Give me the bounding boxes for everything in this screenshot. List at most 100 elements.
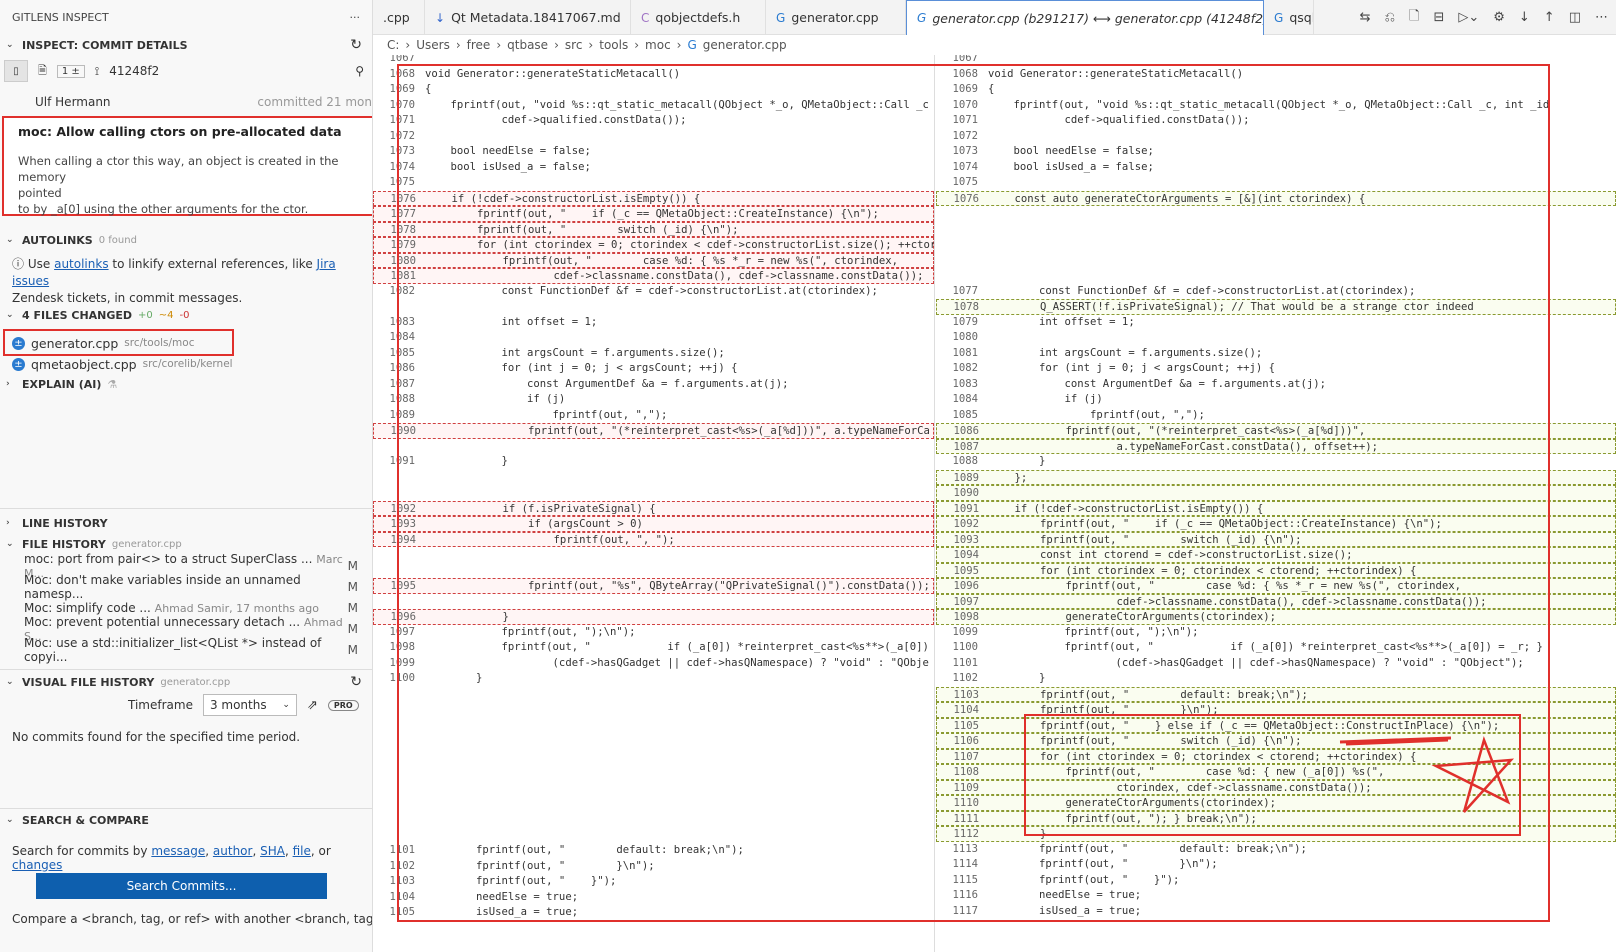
code-line[interactable]: 1087 a.typeNameForCast.constData(), offs…: [936, 438, 1616, 454]
refresh-icon[interactable]: ↻: [350, 674, 362, 690]
autolinks-section-header[interactable]: ⌄ AUTOLINKS 0 found: [0, 229, 372, 251]
pin-icon[interactable]: ⚲: [355, 64, 364, 78]
code-line[interactable]: 1072: [373, 129, 934, 145]
code-line[interactable]: 1067: [936, 55, 1616, 67]
code-line[interactable]: 1073 bool needElse = false;: [936, 144, 1616, 160]
files-changed-header[interactable]: ⌄ 4 FILES CHANGED +0 ~4 -0: [0, 304, 372, 326]
code-line[interactable]: 1084: [373, 330, 934, 346]
code-line[interactable]: 1079 int offset = 1;: [936, 315, 1616, 331]
open-external-icon[interactable]: ⇗: [307, 698, 318, 713]
code-line[interactable]: 1089 fprintf(out, ",");: [373, 408, 934, 424]
code-line[interactable]: 1071 cdef->qualified.constData());: [373, 113, 934, 129]
code-line[interactable]: 1073 bool needElse = false;: [373, 144, 934, 160]
code-line[interactable]: 1074 bool isUsed_a = false;: [373, 160, 934, 176]
code-line[interactable]: [936, 222, 1616, 238]
tab[interactable]: .cpp: [373, 0, 425, 35]
code-line[interactable]: 1105 isUsed_a = true;: [373, 905, 934, 921]
code-line[interactable]: 1094 fprintf(out, ", ");: [373, 531, 934, 547]
breadcrumb-item[interactable]: qtbase: [507, 38, 548, 52]
code-line[interactable]: 1072: [936, 129, 1616, 145]
tab-active-diff[interactable]: Ggenerator.cpp (b291217) ⟷ generator.cpp…: [906, 0, 1264, 35]
code-line[interactable]: 1102 fprintf(out, " }\n");: [373, 859, 934, 875]
file-item[interactable]: ± qmetaobject.cpp src/corelib/kernel: [0, 354, 233, 374]
code-line[interactable]: 1067: [373, 55, 934, 67]
code-line[interactable]: 1085 fprintf(out, ",");: [936, 408, 1616, 424]
code-line[interactable]: 1089 };: [936, 469, 1616, 485]
code-line[interactable]: 1095 fprintf(out, "%s", QByteArray("QPri…: [373, 578, 934, 594]
code-line[interactable]: 1097 cdef->classname.constData(), cdef->…: [936, 593, 1616, 609]
code-line[interactable]: 1114 fprintf(out, " }\n");: [936, 857, 1616, 873]
code-line[interactable]: 1099 (cdef->hasQGadget || cdef->hasQName…: [373, 656, 934, 672]
tab[interactable]: Cqobjectdefs.h: [631, 0, 766, 35]
code-line[interactable]: 1103 fprintf(out, " default: break;\n");: [936, 686, 1616, 702]
code-line[interactable]: 1099 fprintf(out, ");\n");: [936, 625, 1616, 641]
code-line[interactable]: 1097 fprintf(out, ");\n");: [373, 625, 934, 641]
breadcrumb-item[interactable]: tools: [599, 38, 628, 52]
code-line[interactable]: 1086 fprintf(out, "(*reinterpret_cast<%s…: [936, 423, 1616, 439]
code-line[interactable]: 1094 const int ctorend = cdef->construct…: [936, 547, 1616, 563]
code-line[interactable]: 1088 }: [936, 454, 1616, 470]
diff-left-pane[interactable]: 1067 1068 void Generator::generateStaticMe…: [373, 55, 935, 952]
code-line[interactable]: 1091 if (!cdef->constructorList.isEmpty(…: [936, 500, 1616, 516]
code-line[interactable]: [936, 268, 1616, 284]
explain-ai-header[interactable]: › EXPLAIN (AI) ⚗: [0, 373, 372, 395]
code-line[interactable]: [373, 299, 934, 315]
code-line[interactable]: 1071 cdef->qualified.constData());: [936, 113, 1616, 129]
code-line[interactable]: 1100 fprintf(out, " if (_a[0]) *reinterp…: [936, 640, 1616, 656]
more-icon[interactable]: ⋯: [1595, 10, 1608, 25]
arrow-up-icon[interactable]: ↑: [1544, 10, 1555, 25]
code-line[interactable]: 1069 {: [373, 82, 934, 98]
history-item[interactable]: Moc: use a std::initializer_list<QList *…: [0, 636, 372, 664]
code-line[interactable]: 1074 bool isUsed_a = false;: [936, 160, 1616, 176]
code-line[interactable]: [373, 485, 934, 501]
commit-sha[interactable]: 41248f2: [109, 64, 159, 78]
code-line[interactable]: 1070 fprintf(out, "void %s::qt_static_me…: [936, 98, 1616, 114]
gear-icon[interactable]: ⚙: [1493, 10, 1505, 25]
breadcrumb-item[interactable]: Users: [416, 38, 450, 52]
code-line[interactable]: 1078 fprintf(out, " switch (_id) {\n");: [373, 221, 934, 237]
search-message-link[interactable]: message: [151, 844, 205, 858]
code-line[interactable]: 1069 {: [936, 82, 1616, 98]
commit-author[interactable]: Ulf Hermann: [35, 95, 111, 109]
code-line[interactable]: 1084 if (j): [936, 392, 1616, 408]
code-line[interactable]: 1103 fprintf(out, " }");: [373, 874, 934, 890]
code-line[interactable]: 1075: [373, 175, 934, 191]
tab[interactable]: Gqsql: [1264, 0, 1314, 35]
tab[interactable]: Ggenerator.cpp: [766, 0, 906, 35]
search-file-link[interactable]: file: [293, 844, 311, 858]
code-line[interactable]: 1096 }: [373, 609, 934, 625]
code-line[interactable]: 1077 const FunctionDef &f = cdef->constr…: [936, 284, 1616, 300]
compare-icon[interactable]: ⇆: [1360, 10, 1371, 25]
arrow-down-icon[interactable]: ↓: [1519, 10, 1530, 25]
code-line[interactable]: 1102 }: [936, 671, 1616, 687]
code-line[interactable]: 1080: [936, 330, 1616, 346]
code-line[interactable]: 1104 fprintf(out, " }\n");: [936, 702, 1616, 718]
code-line[interactable]: 1068 void Generator::generateStaticMetaca…: [936, 67, 1616, 83]
code-line[interactable]: 1112 }: [936, 826, 1616, 842]
code-line[interactable]: 1068 void Generator::generateStaticMetaca…: [373, 67, 934, 83]
search-author-link[interactable]: author: [213, 844, 253, 858]
breadcrumb-item[interactable]: generator.cpp: [703, 38, 787, 52]
breadcrumb-item[interactable]: free: [467, 38, 491, 52]
search-sha-link[interactable]: SHA: [260, 844, 285, 858]
code-line[interactable]: 1080 fprintf(out, " case %d: { %s *_r = …: [373, 252, 934, 268]
code-line[interactable]: [373, 547, 934, 563]
code-line[interactable]: 1075: [936, 175, 1616, 191]
code-line[interactable]: 1100 }: [373, 671, 934, 687]
timeframe-select[interactable]: 3 months ⌄: [202, 694, 297, 716]
line-history-header[interactable]: › LINE HISTORY: [0, 512, 372, 534]
code-line[interactable]: 1081 int argsCount = f.arguments.size();: [936, 346, 1616, 362]
breadcrumb-item[interactable]: src: [565, 38, 583, 52]
code-line[interactable]: 1077 fprintf(out, " if (_c == QMetaObjec…: [373, 206, 934, 222]
code-line[interactable]: 1096 fprintf(out, " case %d: { %s *_r = …: [936, 578, 1616, 594]
code-line[interactable]: 1082 const FunctionDef &f = cdef->constr…: [373, 284, 934, 300]
code-line[interactable]: [373, 594, 934, 610]
code-line[interactable]: 1101 (cdef->hasQGadget || cdef->hasQName…: [936, 656, 1616, 672]
code-line[interactable]: 1098 generateCtorArguments(ctorindex);: [936, 609, 1616, 625]
visual-history-header[interactable]: ⌄ VISUAL FILE HISTORY generator.cpp ↻: [0, 671, 372, 693]
code-line[interactable]: 1092 fprintf(out, " if (_c == QMetaObjec…: [936, 516, 1616, 532]
code-line[interactable]: 1083 int offset = 1;: [373, 315, 934, 331]
code-line[interactable]: 1116 needElse = true;: [936, 888, 1616, 904]
breadcrumb-item[interactable]: moc: [645, 38, 671, 52]
code-line[interactable]: 1086 for (int j = 0; j < argsCount; ++j)…: [373, 361, 934, 377]
